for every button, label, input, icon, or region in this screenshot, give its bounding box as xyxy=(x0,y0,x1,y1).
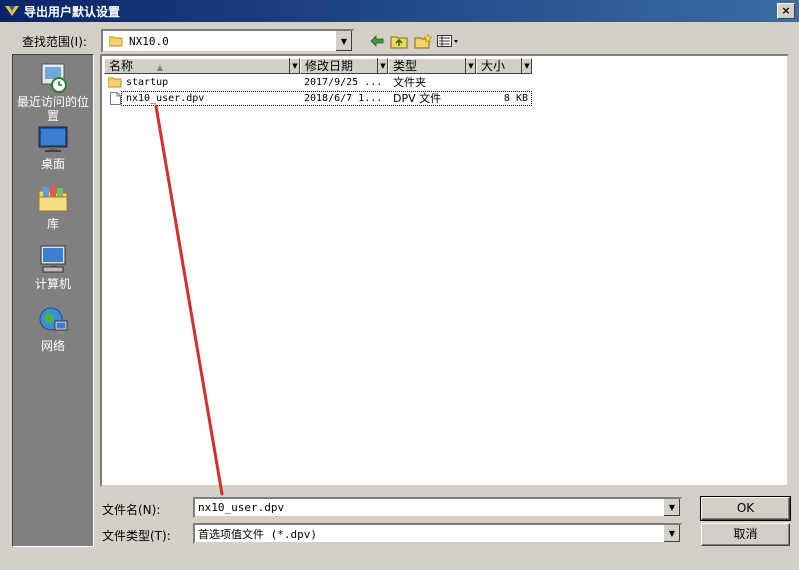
place-label: 桌面 xyxy=(40,157,65,171)
file-icon xyxy=(110,92,121,105)
file-date: 2017/9/25 ... xyxy=(304,77,383,88)
filename-label: 文件名(N): xyxy=(102,503,161,517)
back-button[interactable] xyxy=(368,32,386,50)
place-network[interactable]: 网络 xyxy=(13,305,93,353)
sort-ascending-icon: ▲ xyxy=(156,63,163,72)
file-date: 2018/6/7 1... xyxy=(304,93,383,104)
place-desktop[interactable]: 桌面 xyxy=(13,123,93,171)
filename-value: nx10_user.dpv xyxy=(198,501,285,514)
file-list[interactable]: 名称 ▲ ▼ 修改日期 ▼ 类型 ▼ 大小 ▼ startup 2017/9/2… xyxy=(100,54,789,487)
column-header-date[interactable]: 修改日期 ▼ xyxy=(300,58,388,74)
computer-icon xyxy=(37,243,69,275)
chevron-down-icon[interactable]: ▼ xyxy=(521,58,532,74)
filetype-label: 文件类型(T): xyxy=(102,529,171,543)
chevron-down-icon[interactable]: ▼ xyxy=(465,58,476,74)
file-name: nx10_user.dpv xyxy=(126,93,205,104)
place-libraries[interactable]: 库 xyxy=(13,183,93,231)
new-folder-icon xyxy=(414,33,432,48)
ok-button[interactable]: OK xyxy=(700,496,791,521)
chevron-down-icon[interactable]: ▼ xyxy=(377,58,388,74)
column-date-label: 修改日期 xyxy=(305,59,354,73)
place-label: 计算机 xyxy=(34,277,71,291)
place-label: 库 xyxy=(46,217,59,231)
filetype-value: 首选项值文件 (*.dpv) xyxy=(198,527,317,541)
window-title: 导出用户默认设置 xyxy=(24,4,121,19)
place-label: 最近访问的位置 xyxy=(16,95,89,123)
folder-icon xyxy=(108,77,122,88)
list-item[interactable]: nx10_user.dpv 2018/6/7 1... DPV 文件 8 KB xyxy=(108,91,528,106)
file-name: startup xyxy=(126,77,169,88)
file-type: DPV 文件 xyxy=(393,92,442,105)
file-size: 8 KB xyxy=(503,93,528,104)
place-computer[interactable]: 计算机 xyxy=(13,243,93,291)
lookin-label: 查找范围(I): xyxy=(22,35,87,49)
back-arrow-icon xyxy=(370,35,384,47)
view-menu-button[interactable] xyxy=(436,32,460,50)
desktop-icon xyxy=(37,123,69,155)
close-button[interactable]: × xyxy=(777,3,795,19)
column-header-name[interactable]: 名称 ▲ ▼ xyxy=(104,58,300,74)
lookin-dropdown[interactable]: NX10.0 ▼ xyxy=(101,29,354,53)
app-icon xyxy=(5,6,19,16)
folder-icon xyxy=(109,36,123,46)
cancel-button[interactable]: 取消 xyxy=(701,523,790,546)
title-bar: 导出用户默认设置 × xyxy=(0,0,799,22)
network-icon xyxy=(37,305,69,337)
libraries-icon xyxy=(37,183,69,215)
up-folder-icon xyxy=(390,36,408,48)
chevron-down-icon[interactable]: ▼ xyxy=(335,31,352,51)
list-item[interactable]: startup 2017/9/25 ... 文件夹 xyxy=(108,75,528,90)
column-size-label: 大小 xyxy=(481,59,506,73)
column-type-label: 类型 xyxy=(393,59,418,73)
new-folder-button[interactable] xyxy=(413,32,433,50)
column-name-label: 名称 xyxy=(109,59,134,73)
column-header-type[interactable]: 类型 ▼ xyxy=(388,58,476,74)
view-menu-icon xyxy=(437,35,458,47)
chevron-down-icon[interactable]: ▼ xyxy=(663,499,680,516)
column-header-size[interactable]: 大小 ▼ xyxy=(476,58,532,74)
file-type: 文件夹 xyxy=(393,76,426,89)
up-folder-button[interactable] xyxy=(389,32,409,50)
chevron-down-icon[interactable]: ▼ xyxy=(289,58,300,74)
lookin-value: NX10.0 xyxy=(129,34,169,48)
recent-places-icon xyxy=(37,61,69,93)
place-recent[interactable]: 最近访问的位置 xyxy=(13,61,93,123)
places-bar: 最近访问的位置 桌面 库 计算机 网络 xyxy=(12,54,94,547)
filename-input[interactable]: nx10_user.dpv ▼ xyxy=(193,497,682,518)
filetype-dropdown[interactable]: 首选项值文件 (*.dpv) ▼ xyxy=(193,523,682,544)
chevron-down-icon[interactable]: ▼ xyxy=(663,525,680,542)
place-label: 网络 xyxy=(40,339,65,353)
